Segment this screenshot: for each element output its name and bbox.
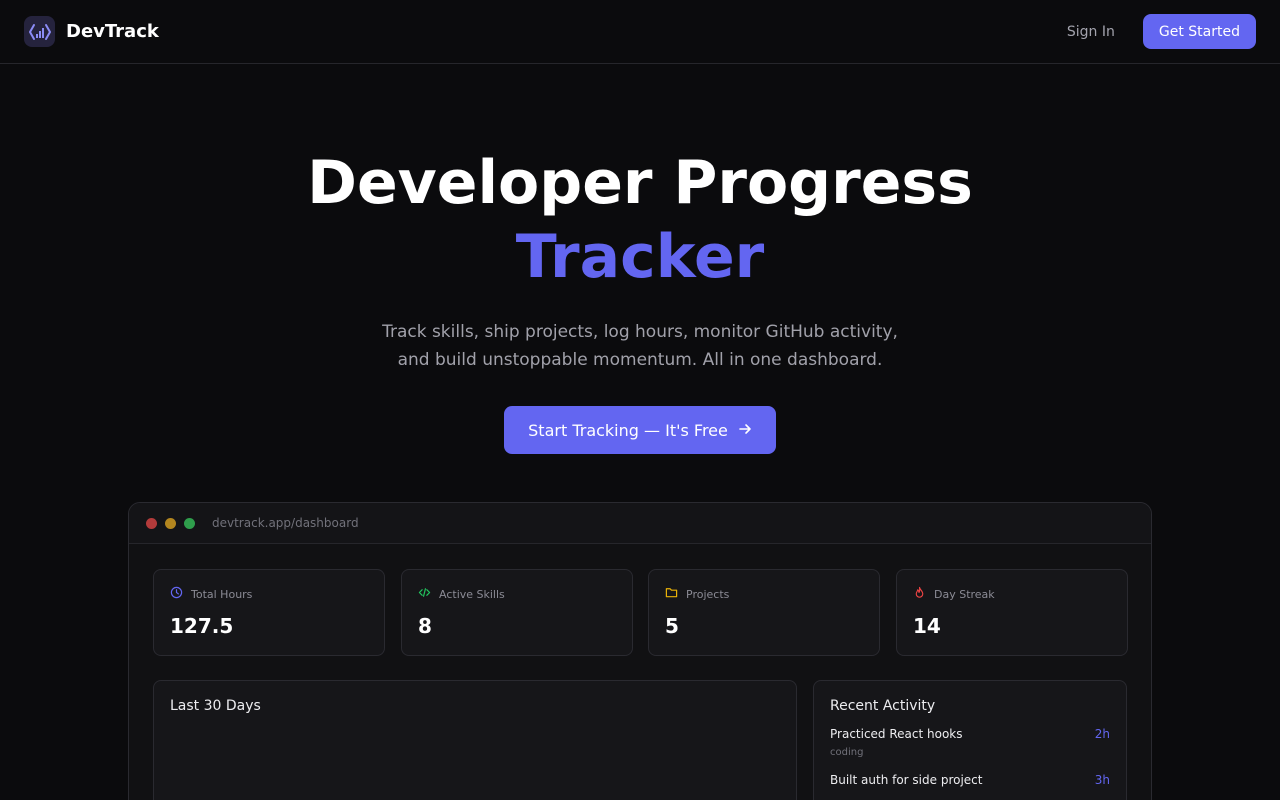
- hero-title-line1: Developer Progress: [307, 148, 973, 218]
- activity-title: Built auth for side project: [830, 773, 983, 787]
- stat-label: Active Skills: [439, 587, 505, 601]
- browser-bar: devtrack.app/dashboard: [129, 503, 1151, 544]
- start-tracking-label: Start Tracking — It's Free: [528, 420, 728, 440]
- stat-value: 127.5: [170, 614, 234, 638]
- stat-label: Total Hours: [191, 587, 253, 601]
- code-icon: [418, 586, 431, 602]
- stat-value: 5: [665, 614, 679, 638]
- nav-actions: Sign In Get Started: [1067, 14, 1256, 49]
- stat-label: Day Streak: [934, 587, 995, 601]
- clock-icon: [170, 586, 183, 602]
- brand-name: DevTrack: [66, 21, 159, 42]
- stat-label: Projects: [686, 587, 730, 601]
- browser-url: devtrack.app/dashboard: [212, 516, 359, 530]
- list-item[interactable]: Practiced React hooks coding 2h: [830, 727, 1110, 758]
- arrow-right-icon: [738, 421, 752, 440]
- stat-card-total-hours: Total Hours 127.5: [153, 569, 385, 656]
- top-navbar: DevTrack Sign In Get Started: [0, 0, 1280, 64]
- recent-activity-panel: Recent Activity Practiced React hooks co…: [813, 680, 1127, 800]
- hero-title-accent: Tracker: [515, 222, 765, 292]
- activity-panel-title: Recent Activity: [830, 698, 936, 714]
- stat-value: 14: [913, 614, 941, 638]
- window-minimize-dot: [165, 517, 176, 529]
- start-tracking-button[interactable]: Start Tracking — It's Free: [504, 406, 776, 454]
- stat-value: 8: [418, 614, 432, 638]
- hero-title: Developer Progress Tracker: [0, 146, 1280, 294]
- list-item[interactable]: Built auth for side project 3h: [830, 773, 1110, 787]
- hero-subtitle-line2: and build unstoppable momentum. All in o…: [397, 350, 883, 370]
- devtrack-logo-icon: [24, 16, 55, 47]
- activity-chart-panel: Last 30 Days: [153, 680, 797, 800]
- flame-icon: [913, 586, 926, 602]
- activity-title: Practiced React hooks: [830, 727, 963, 741]
- stat-card-day-streak: Day Streak 14: [896, 569, 1128, 656]
- chart-panel-title: Last 30 Days: [170, 698, 261, 714]
- brand[interactable]: DevTrack: [24, 16, 159, 47]
- activity-category: coding: [830, 747, 864, 758]
- get-started-button[interactable]: Get Started: [1142, 14, 1256, 49]
- hero-subtitle-line1: Track skills, ship projects, log hours, …: [382, 322, 898, 342]
- activity-time: 3h: [1094, 773, 1110, 787]
- stat-card-active-skills: Active Skills 8: [401, 569, 633, 656]
- sign-in-link[interactable]: Sign In: [1067, 24, 1115, 40]
- dashboard-preview: devtrack.app/dashboard Total Hours 127.5…: [128, 502, 1152, 800]
- hero-subtitle: Track skills, ship projects, log hours, …: [0, 318, 1280, 374]
- stat-card-projects: Projects 5: [648, 569, 880, 656]
- window-maximize-dot: [184, 517, 195, 529]
- activity-time: 2h: [1094, 727, 1110, 741]
- folder-icon: [665, 586, 678, 602]
- window-close-dot: [146, 517, 157, 529]
